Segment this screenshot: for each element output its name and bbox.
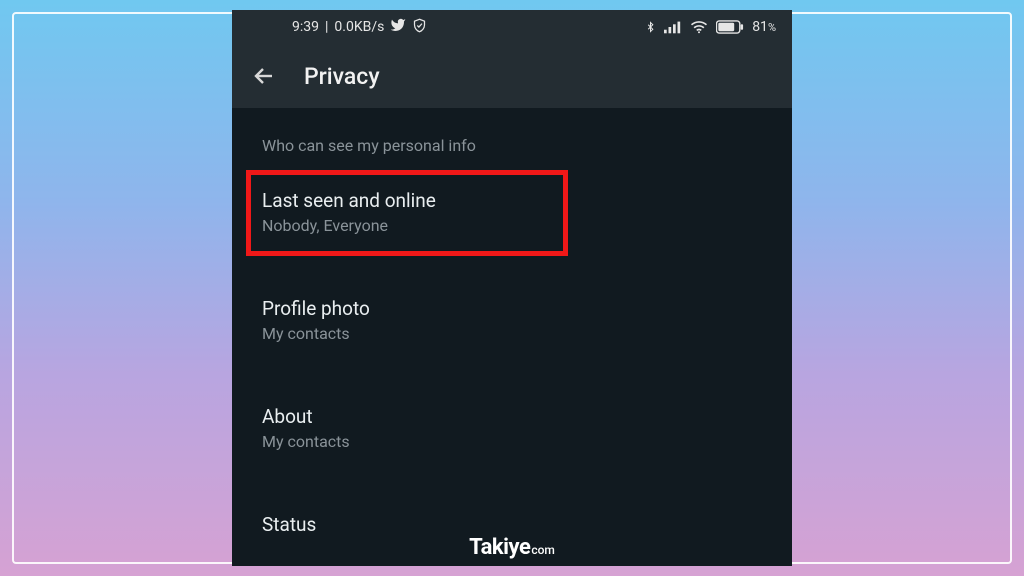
watermark: Takiyecom (469, 535, 555, 560)
page-title: Privacy (304, 63, 380, 90)
setting-about[interactable]: About My contacts (232, 391, 792, 473)
wifi-icon (690, 20, 708, 34)
signal-icon (664, 20, 682, 34)
setting-title: Profile photo (262, 297, 762, 320)
phone-screenshot: 9:39 | 0.0KB/s (232, 10, 792, 566)
section-header: Who can see my personal info (232, 126, 792, 175)
watermark-suffix: com (531, 543, 555, 557)
app-bar: Privacy (232, 44, 792, 108)
shield-check-icon (412, 18, 427, 37)
arrow-left-icon (252, 64, 276, 88)
battery-icon (716, 20, 744, 34)
status-bar: 9:39 | 0.0KB/s (232, 10, 792, 44)
settings-content: Who can see my personal info Last seen a… (232, 108, 792, 566)
setting-last-seen[interactable]: Last seen and online Nobody, Everyone (232, 175, 792, 257)
setting-profile-photo[interactable]: Profile photo My contacts (232, 283, 792, 365)
status-time: 9:39 (292, 19, 319, 35)
twitter-icon (390, 17, 406, 37)
setting-title: Last seen and online (262, 189, 762, 212)
status-bar-left: 9:39 | 0.0KB/s (292, 17, 427, 37)
status-separator: | (325, 19, 328, 35)
watermark-name: Takiye (469, 535, 530, 560)
status-net-speed: 0.0KB/s (334, 19, 384, 35)
setting-subtitle: My contacts (262, 324, 762, 343)
setting-title: Status (262, 513, 762, 536)
setting-subtitle: My contacts (262, 432, 762, 451)
bluetooth-icon (645, 19, 656, 35)
outer-frame: 9:39 | 0.0KB/s (0, 0, 1024, 576)
battery-percent: 81% (752, 19, 776, 35)
status-bar-right: 81% (645, 19, 776, 35)
setting-title: About (262, 405, 762, 428)
back-button[interactable] (250, 62, 278, 90)
setting-subtitle: Nobody, Everyone (262, 216, 762, 235)
